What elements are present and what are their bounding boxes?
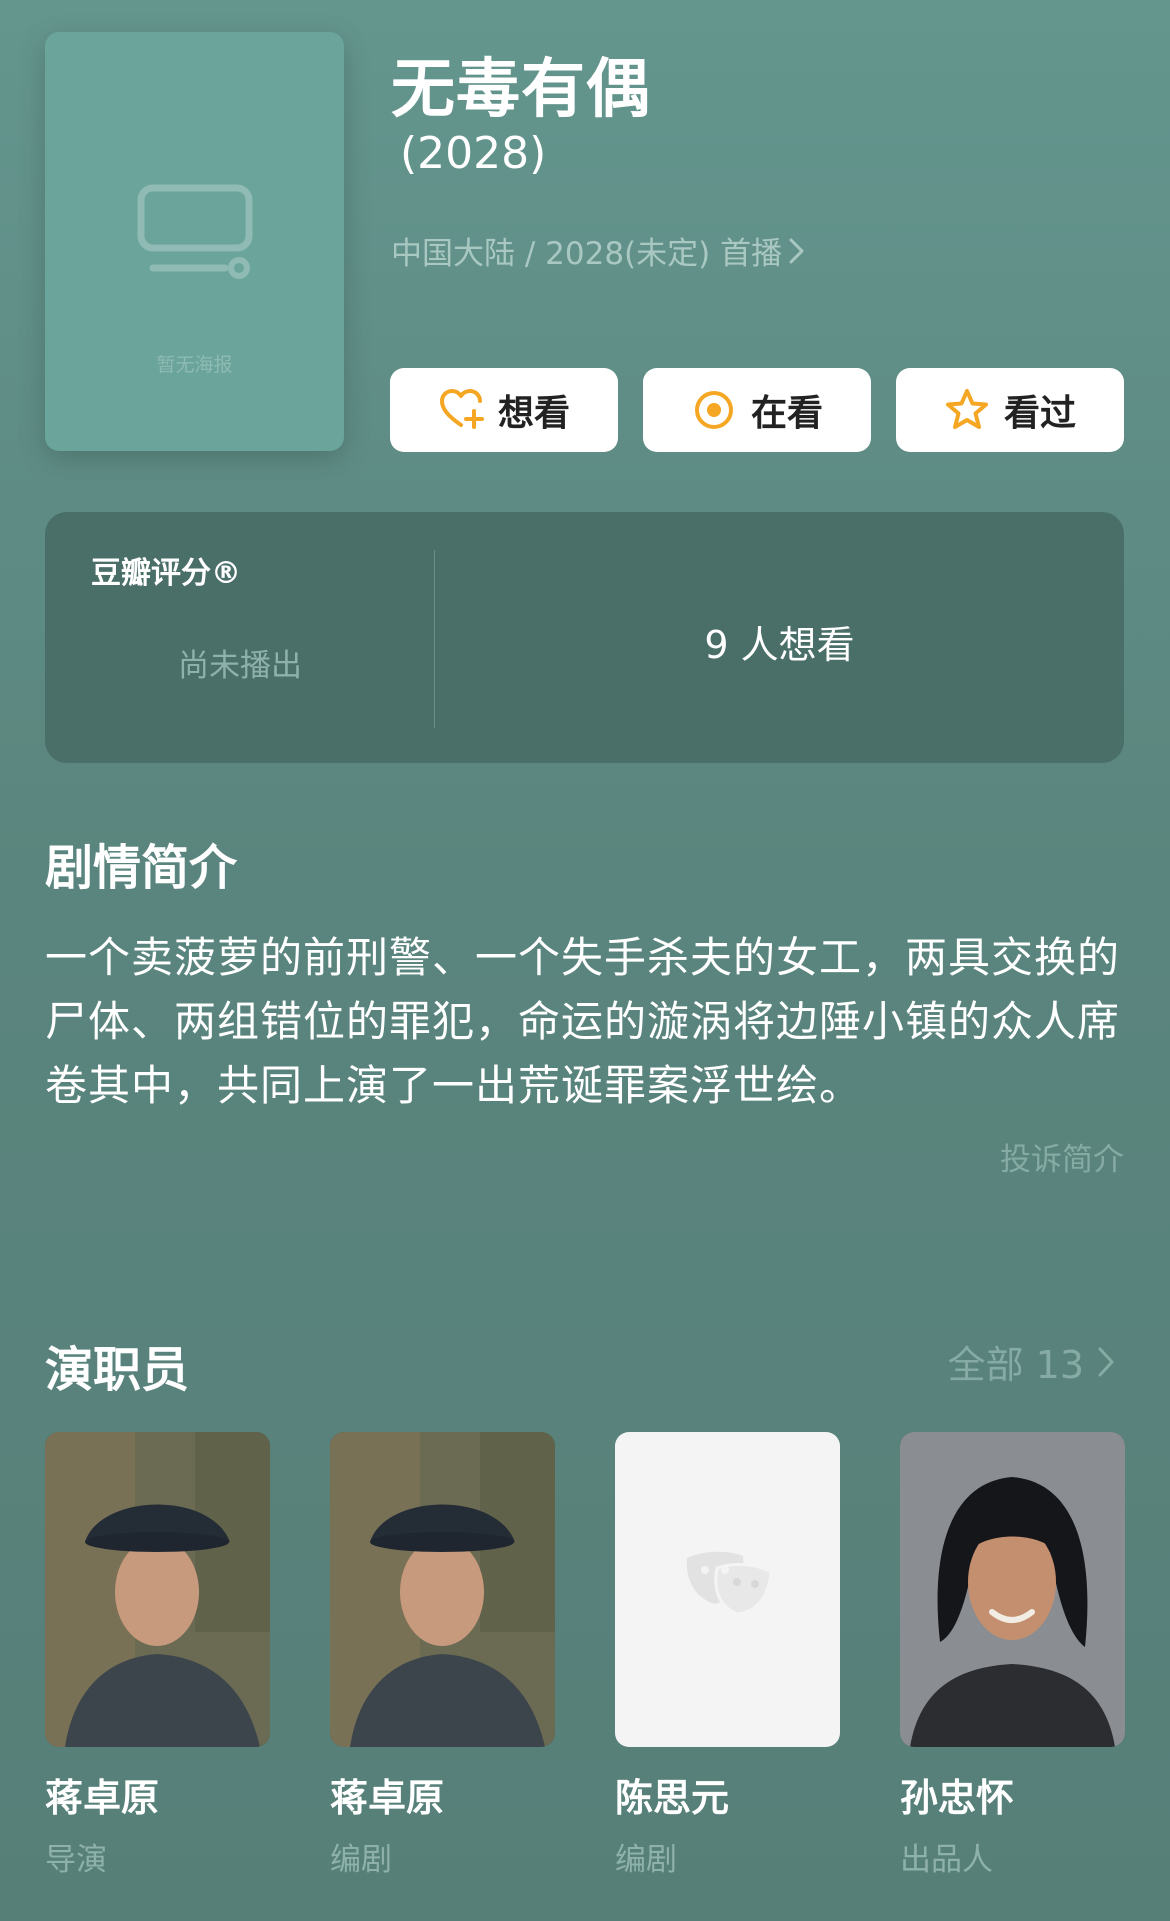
synopsis-title: 剧情简介: [45, 840, 238, 896]
watching-label: 在看: [750, 393, 823, 434]
poster-placeholder-label: 暂无海报: [156, 354, 233, 376]
cast-photo: [900, 1432, 1125, 1747]
cast-role: 编剧: [615, 1842, 677, 1878]
want-to-watch-label: 想看: [497, 393, 570, 434]
show-title: 无毒有偶: [391, 53, 651, 127]
cast-role: 编剧: [330, 1842, 392, 1878]
page: 暂无海报 无毒有偶 (2028) 中国大陆 / 2028(未定) 首播 想看 在…: [0, 0, 1170, 1921]
chevron-right-icon: [789, 238, 804, 263]
rating-status: 尚未播出: [178, 648, 302, 684]
person-photo: [900, 1432, 1125, 1747]
watched-button[interactable]: 看过: [896, 368, 1124, 452]
person-photo: [330, 1432, 555, 1747]
cast-all-link[interactable]: 全部 13: [948, 1334, 1116, 1389]
watching-button[interactable]: 在看: [643, 368, 871, 452]
want-count: 9 人想看: [704, 623, 855, 667]
show-meta-link[interactable]: 中国大陆 / 2028(未定) 首播: [391, 228, 806, 273]
synopsis-text: 一个卖菠萝的前刑警、一个失手杀夫的女工，两具交换的尸体、两组错位的罪犯，命运的漩…: [45, 933, 1121, 1110]
show-meta-text: 中国大陆 / 2028(未定) 首播: [391, 236, 783, 272]
star-icon: [945, 389, 988, 429]
cast-card[interactable]: 蒋卓原 导演: [45, 1432, 270, 1879]
cast-photo: [45, 1432, 270, 1747]
cast-role: 出品人: [900, 1842, 993, 1878]
rating-title: 豆瓣评分®: [91, 556, 241, 591]
cast-role: 导演: [45, 1842, 107, 1878]
want-to-watch-button[interactable]: 想看: [390, 368, 618, 452]
cast-name: 蒋卓原: [45, 1776, 160, 1820]
cast-name: 孙忠怀: [900, 1776, 1015, 1820]
cast-photo-placeholder: [615, 1432, 840, 1747]
cast-name: 蒋卓原: [330, 1776, 445, 1820]
poster-placeholder[interactable]: 暂无海报: [45, 32, 344, 451]
cast-title: 演职员: [45, 1342, 190, 1398]
complaint-link[interactable]: 投诉简介: [1000, 1134, 1124, 1179]
cast-card[interactable]: 孙忠怀 出品人: [900, 1432, 1125, 1879]
rating-card[interactable]: 豆瓣评分® 尚未播出 9 人想看: [45, 512, 1124, 763]
chevron-right-icon: [1098, 1347, 1114, 1376]
tv-icon: [137, 184, 253, 279]
cast-name: 陈思元: [615, 1776, 730, 1820]
cast-all-label: 全部 13: [947, 1343, 1084, 1387]
theater-masks-icon: [686, 1551, 773, 1616]
target-icon: [694, 391, 733, 429]
heart-plus-icon: [439, 389, 484, 429]
show-year: (2028): [400, 128, 547, 179]
person-photo: [45, 1432, 270, 1747]
cast-card[interactable]: 蒋卓原 编剧: [330, 1432, 555, 1879]
cast-photo: [330, 1432, 555, 1747]
cast-card[interactable]: 陈思元 编剧: [615, 1432, 840, 1879]
watched-label: 看过: [1003, 393, 1076, 434]
